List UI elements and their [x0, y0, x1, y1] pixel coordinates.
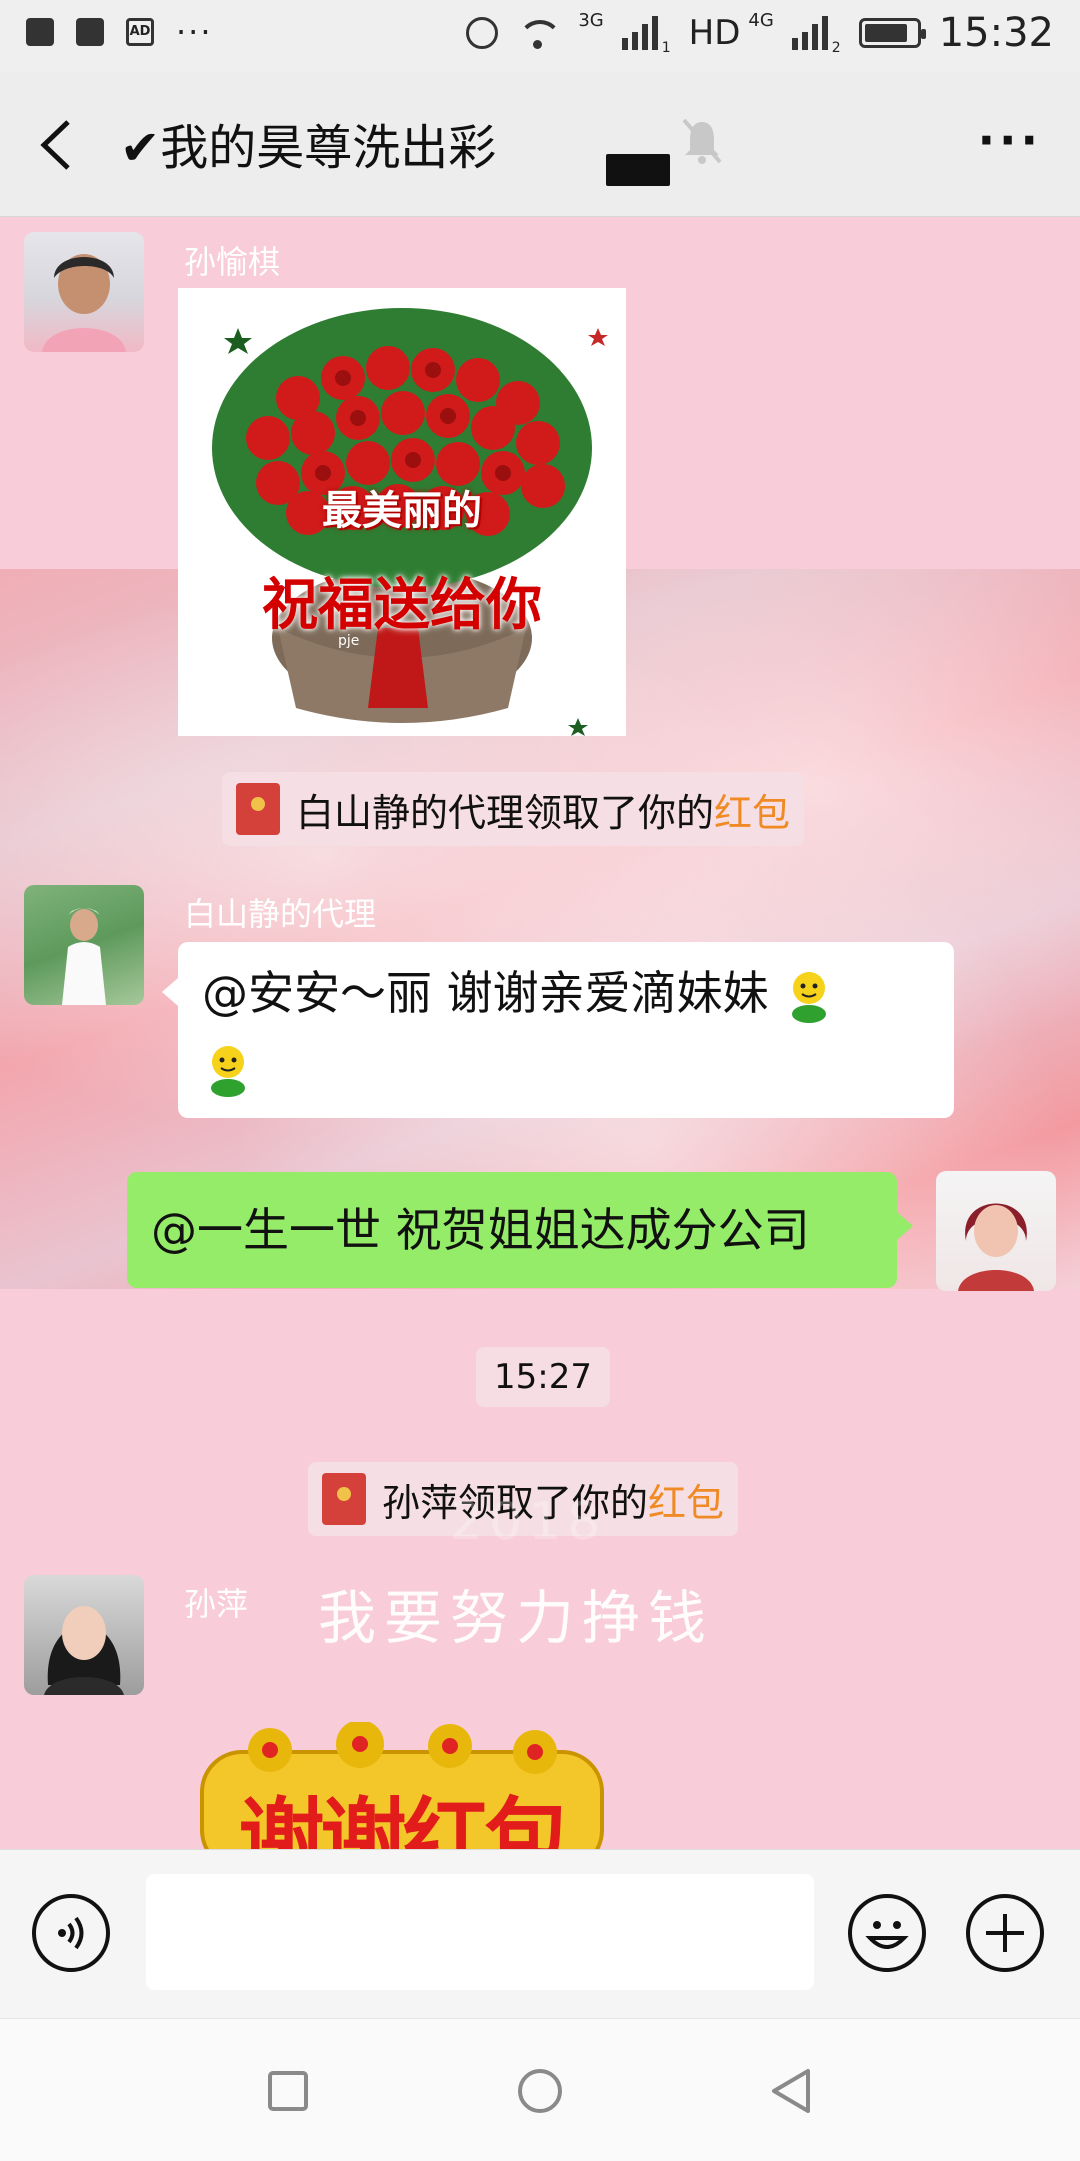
- signal-1-icon: [621, 16, 658, 50]
- emoji-button[interactable]: [848, 1894, 926, 1972]
- redaction-block: [606, 154, 670, 186]
- red-packet-link[interactable]: 红包: [648, 1472, 724, 1527]
- wifi-icon: [516, 16, 561, 50]
- sticker-watermark: pje: [338, 633, 360, 649]
- notice-text: 白山静的代理领取了你的: [296, 790, 715, 835]
- signal-2-icon: [791, 16, 828, 50]
- status-right-icons: 3G 1 HD 4G 2 15:32: [466, 10, 1054, 56]
- gallery-icon: [76, 18, 104, 46]
- red-packet-notice: 白山静的代理领取了你的 红包: [222, 772, 805, 846]
- message-bubble[interactable]: @安安～丽 谢谢亲爱滴妹妹: [162, 942, 954, 1118]
- smiley-guy-emoji: [792, 971, 827, 1023]
- more-button[interactable]: ···: [978, 117, 1042, 163]
- back-button[interactable]: [36, 116, 86, 174]
- avatar[interactable]: [24, 885, 144, 1005]
- sender-name: 孙愉棋: [184, 243, 281, 281]
- voice-button[interactable]: [32, 1894, 110, 1972]
- message-text: @安安～丽 谢谢亲爱滴妹妹: [202, 966, 769, 1020]
- avatar[interactable]: [24, 1575, 144, 1695]
- sender-name: 白山静的代理: [184, 895, 377, 933]
- sim-1-label: 1: [661, 40, 671, 56]
- mute-bell-icon: [680, 116, 724, 166]
- voice-icon: [58, 1916, 84, 1950]
- smiley-guy-emoji: [211, 1045, 245, 1097]
- network-type-2: 4G: [748, 10, 774, 31]
- battery-icon: [858, 18, 926, 48]
- my-avatar[interactable]: [936, 1171, 1056, 1291]
- plus-icon: [986, 1914, 1024, 1952]
- hd-label: HD: [688, 13, 741, 53]
- network-type-1: 3G: [578, 10, 604, 31]
- my-message-bubble[interactable]: @一生一世 祝贺姐姐达成分公司: [127, 1172, 913, 1288]
- input-bar: [0, 1849, 1080, 2018]
- plus-button[interactable]: [966, 1894, 1044, 1972]
- sender-name: 孙萍: [184, 1585, 249, 1623]
- chat-title[interactable]: ✔我的昊尊洗出彩: [120, 108, 496, 178]
- chat-header: ✔我的昊尊洗出彩 ···: [0, 72, 1080, 217]
- ad-icon: AD: [126, 18, 154, 46]
- alarm-icon: [466, 17, 499, 49]
- red-packet-icon: [236, 783, 280, 835]
- sticker-thanks[interactable]: 谢谢红包: [200, 1720, 605, 1849]
- chat-messages[interactable]: 孙愉棋 最美丽的 祝福送给你 pje 白山静的代理领取了你的 红包 白山静的代理…: [0, 217, 1080, 1849]
- sticker-text-line1: 最美丽的: [322, 487, 482, 534]
- emoji-icon: [865, 1921, 909, 1949]
- message-input[interactable]: [146, 1874, 814, 1990]
- red-packet-icon: [322, 1473, 366, 1525]
- status-left-icons: AD ···: [26, 13, 213, 51]
- home-icon[interactable]: [510, 2061, 570, 2121]
- avatar[interactable]: [24, 232, 144, 352]
- message-text: @一生一世 祝贺姐姐达成分公司: [151, 1203, 810, 1257]
- status-bar: AD ··· 3G 1 HD 4G 2 15:32: [0, 0, 1080, 72]
- sticker-text-line2: 祝福送给你: [262, 572, 542, 638]
- status-time: 15:32: [938, 10, 1054, 56]
- background-year: 2018: [450, 1492, 607, 1552]
- timestamp-divider: 15:27: [476, 1347, 610, 1407]
- back-arrow-icon: [40, 120, 70, 170]
- sticker-flowers[interactable]: 最美丽的 祝福送给你 pje: [178, 288, 626, 736]
- system-nav-bar: [0, 2018, 1080, 2161]
- sticker-thanks-text: 谢谢红包: [238, 1789, 571, 1849]
- recent-apps-icon[interactable]: [258, 2061, 318, 2121]
- more-notifications-icon: ···: [176, 13, 213, 51]
- sim-2-label: 2: [831, 40, 841, 56]
- back-nav-icon[interactable]: [762, 2061, 822, 2121]
- red-packet-link[interactable]: 红包: [714, 782, 790, 837]
- background-motto: 我要努力挣钱: [318, 1584, 715, 1652]
- notification-icon: [26, 18, 54, 46]
